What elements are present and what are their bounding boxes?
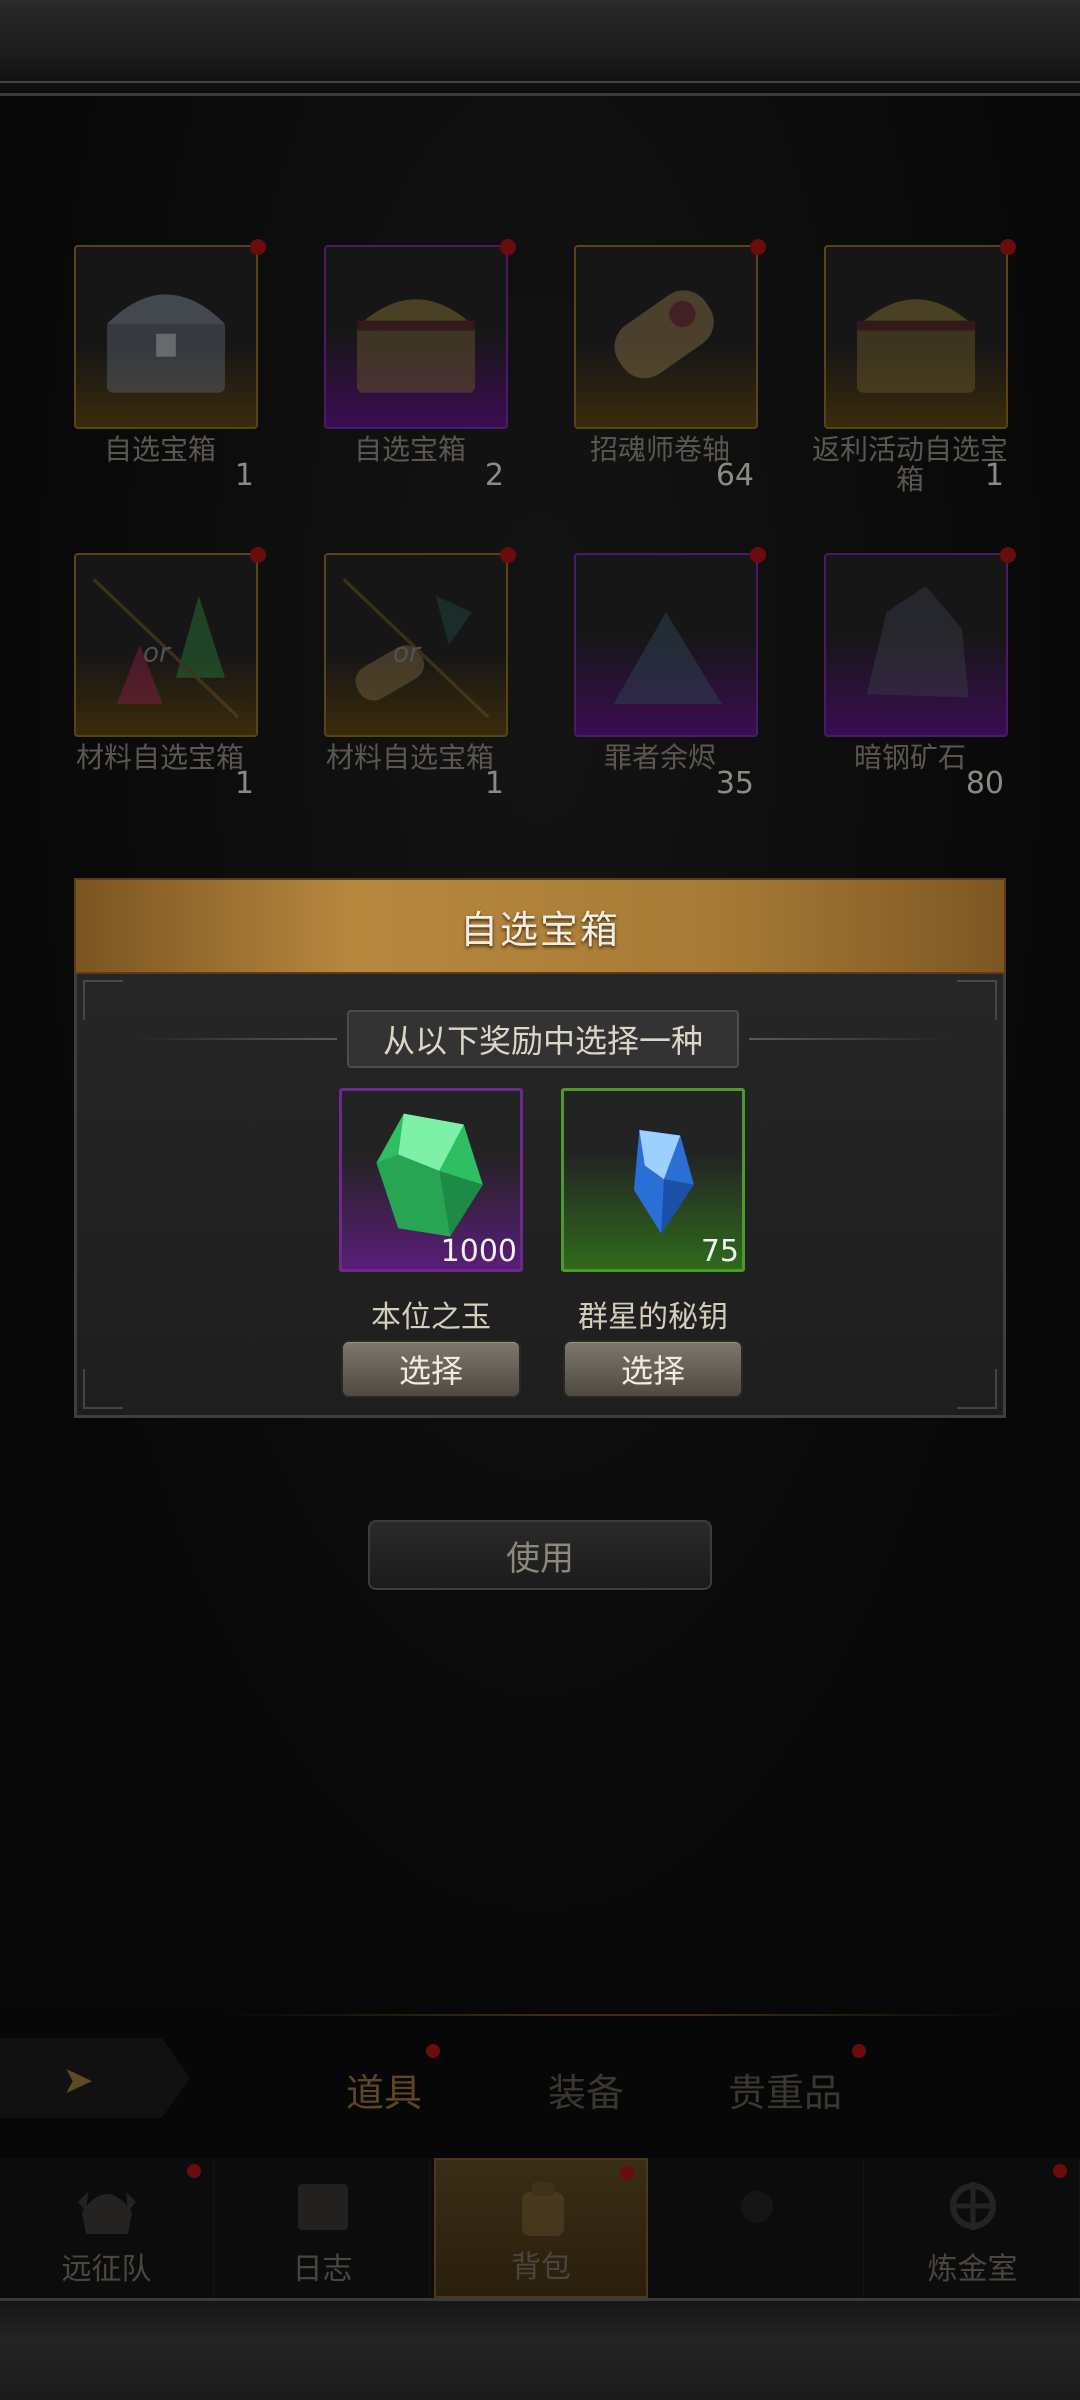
bottom-nav: 远征队 日志 背包 炼金室: [0, 2158, 1080, 2298]
item-name: 自选宝箱: [353, 433, 466, 466]
divider: [137, 1038, 337, 1040]
journal-icon: [298, 2184, 348, 2230]
inventory-item[interactable]: or 1 材料自选宝箱: [60, 547, 266, 803]
tab-badge: [852, 2044, 866, 2058]
scroll-icon: [614, 290, 714, 379]
scroll-choice-icon: or: [342, 578, 490, 719]
divider: [749, 1038, 949, 1040]
unknown-icon: [741, 2191, 773, 2223]
choice-dialog: 自选宝箱 从以下奖励中选择一种 1000 本位之玉 选择 75 群星的秘钥 选择: [74, 878, 1006, 1418]
new-badge: [250, 547, 266, 563]
new-badge: [750, 547, 766, 563]
item-name: 暗钢矿石: [853, 741, 966, 774]
top-frame: [0, 0, 1080, 96]
item-name: 返利活动自选宝箱: [811, 433, 1008, 496]
reward-quantity: 75: [700, 1234, 739, 1269]
corner-ornament: [83, 1369, 123, 1409]
item-name: 招魂师卷轴: [589, 433, 730, 466]
alchemy-icon: [950, 2182, 996, 2230]
item-name: 罪者余烬: [603, 741, 716, 774]
item-name: 自选宝箱: [103, 433, 216, 466]
new-badge: [1000, 239, 1016, 255]
silver-chest-icon: [106, 294, 226, 393]
blue-crystal-icon: [633, 1130, 694, 1234]
dialog-body: 从以下奖励中选择一种 1000 本位之玉 选择 75 群星的秘钥 选择: [74, 974, 1006, 1418]
wooden-chest-icon: [856, 299, 976, 393]
tab-divider: [220, 2014, 1020, 2016]
tab-equipment[interactable]: 装备: [548, 2062, 624, 2117]
new-badge: [500, 239, 516, 255]
reward-name: 本位之玉: [371, 1300, 491, 1335]
inventory-item[interactable]: 2 自选宝箱: [310, 239, 516, 495]
select-button[interactable]: 选择: [563, 1340, 743, 1398]
select-button[interactable]: 选择: [341, 1340, 521, 1398]
dialog-title: 自选宝箱: [459, 907, 620, 952]
corner-ornament: [83, 980, 123, 1020]
nav-label: 远征队: [61, 2252, 152, 2287]
inventory-item[interactable]: 1 自选宝箱: [60, 239, 266, 495]
backpack-icon: [522, 2182, 564, 2236]
tab-badge: [426, 2044, 440, 2058]
dialog-subtitle: 从以下奖励中选择一种: [346, 1010, 739, 1068]
nav-item-journal[interactable]: 日志: [216, 2158, 430, 2298]
back-button[interactable]: ➤: [0, 2038, 190, 2118]
inventory-item[interactable]: 80 暗钢矿石: [810, 547, 1016, 803]
new-badge: [750, 239, 766, 255]
item-name: 材料自选宝箱: [75, 741, 244, 774]
nav-label: 炼金室: [927, 2252, 1018, 2287]
back-arrow-icon: ➤: [62, 2058, 94, 2102]
reward-quantity: 1000: [440, 1234, 517, 1269]
wooden-chest-icon: [356, 299, 476, 393]
tab-valuables[interactable]: 贵重品: [728, 2062, 842, 2117]
corner-ornament: [957, 980, 997, 1020]
crystal-choice-icon: or: [92, 578, 240, 719]
corner-ornament: [957, 1369, 997, 1409]
nav-badge: [1053, 2164, 1067, 2178]
dialog-subtitle-row: 从以下奖励中选择一种: [137, 1010, 949, 1068]
helmet-icon: [78, 2192, 136, 2234]
svg-text:or: or: [143, 638, 172, 668]
tab-items[interactable]: 道具: [346, 2062, 422, 2117]
nav-badge: [187, 2164, 201, 2178]
svg-text:or: or: [393, 638, 422, 668]
new-badge: [500, 547, 516, 563]
nav-item-backpack[interactable]: 背包: [434, 2158, 648, 2298]
inventory-item[interactable]: 35 罪者余烬: [560, 547, 766, 803]
ore-icon: [866, 585, 969, 698]
inventory-item[interactable]: or 1 材料自选宝箱: [310, 547, 516, 803]
nav-badge: [620, 2166, 634, 2180]
green-gem-icon: [376, 1113, 483, 1237]
category-tabs: ➤ 道具 装备 贵重品: [0, 2008, 1080, 2158]
use-button[interactable]: 使用: [368, 1520, 712, 1590]
new-badge: [1000, 547, 1016, 563]
ember-icon: [613, 612, 722, 705]
nav-item-locked[interactable]: [650, 2158, 864, 2298]
nav-label: 日志: [292, 2252, 353, 2287]
item-name: 材料自选宝箱: [325, 741, 494, 774]
bottom-frame: [0, 2298, 1080, 2400]
nav-label: 背包: [511, 2250, 571, 2285]
nav-item-alchemy[interactable]: 炼金室: [866, 2158, 1080, 2298]
dialog-header: 自选宝箱: [74, 878, 1006, 974]
inventory-item[interactable]: 1 返利活动自选宝箱: [810, 239, 1016, 495]
nav-item-expedition[interactable]: 远征队: [0, 2158, 214, 2298]
new-badge: [250, 239, 266, 255]
reward-name: 群星的秘钥: [578, 1300, 728, 1335]
inventory-item[interactable]: 64 招魂师卷轴: [560, 239, 766, 495]
